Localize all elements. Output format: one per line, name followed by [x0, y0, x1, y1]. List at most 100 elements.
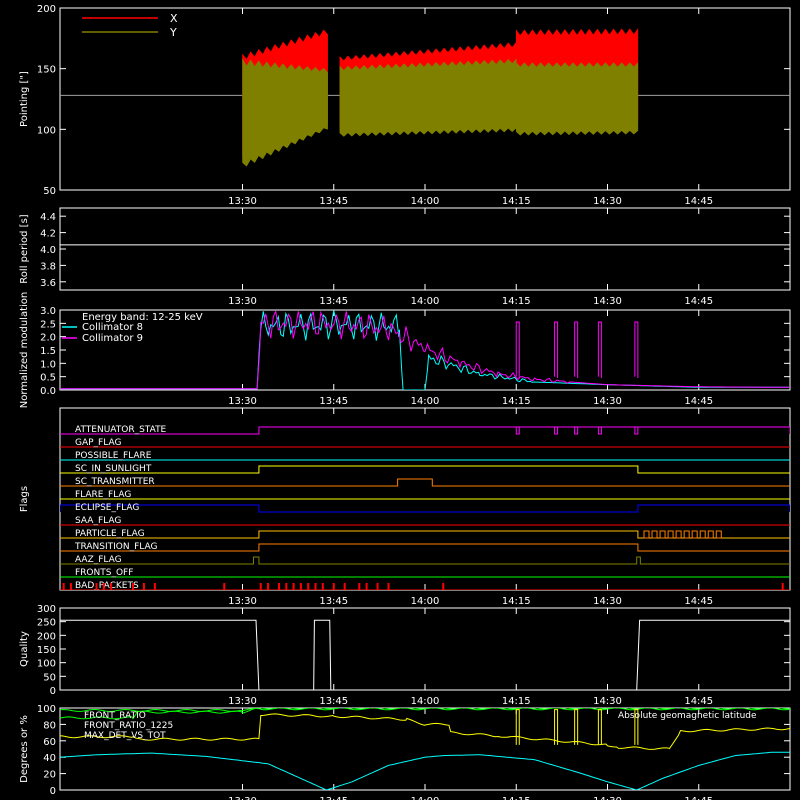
x-tick-label: 14:45 [684, 696, 713, 707]
legend-label: FRONT_RATIO_1225 [84, 721, 173, 731]
legend-label: MAX_DET_VS_TOT [84, 731, 166, 741]
flag-label: FLARE_FLAG [75, 490, 131, 500]
x-tick-label: 14:45 [684, 196, 713, 207]
flag-label: GAP_FLAG [75, 438, 121, 448]
y-axis-label: Pointing ["] [19, 71, 30, 127]
legend-label-X: X [170, 12, 178, 25]
x-tick-label: 13:30 [228, 196, 257, 207]
particle-toggle [651, 530, 658, 539]
x-tick-label: 13:45 [319, 696, 348, 707]
particle-toggle [675, 530, 682, 539]
y-tick-label: 4.2 [40, 229, 56, 240]
x-tick-label: 13:45 [319, 796, 348, 800]
modulation-spike [515, 321, 520, 378]
y-axis-label: Roll period [s] [19, 214, 30, 283]
x-tick-label: 14:15 [502, 396, 531, 407]
ratio-spike [597, 709, 602, 745]
y-tick-label: 150 [37, 645, 56, 656]
y-tick-label: 200 [37, 631, 56, 642]
x-tick-label: 14:30 [593, 296, 622, 307]
y-tick-label: 100 [37, 704, 56, 715]
flag-line [60, 465, 790, 474]
x-tick-label: 14:00 [411, 696, 440, 707]
flag-label: SC_IN_SUNLIGHT [75, 464, 152, 474]
y-tick-label: 250 [37, 618, 56, 629]
series-Y-band [242, 58, 328, 167]
y-tick-label: 50 [43, 186, 56, 197]
flag-label: POSSIBLE_FLARE [75, 451, 152, 461]
panel-4: 13:30 13:45 14:00 14:15 14:30 14:45 Flags ATTEN… [19, 407, 791, 607]
flag-line [60, 543, 790, 552]
y-tick-label: 4.4 [40, 212, 56, 223]
x-tick-label: 14:30 [593, 596, 622, 607]
x-tick-label: 14:00 [411, 296, 440, 307]
x-tick-label: 14:30 [593, 196, 622, 207]
x-tick-label: 14:45 [684, 296, 713, 307]
x-tick-label: 13:45 [319, 596, 348, 607]
x-tick-label: 14:45 [684, 796, 713, 800]
series-Y-band [516, 61, 639, 136]
x-tick-label: 13:45 [319, 296, 348, 307]
particle-toggle [707, 530, 714, 539]
flag-label: ATTENUATOR_STATE [75, 425, 167, 435]
x-tick-label: 14:45 [684, 596, 713, 607]
x-tick-label: 13:30 [228, 396, 257, 407]
x-tick-label: 14:15 [502, 696, 531, 707]
ratio-spike [554, 709, 559, 745]
particle-toggle [683, 530, 690, 539]
flags-plot: ATTENUATOR_STATE GAP_FLAG POSSIBLE_FLARE SC… [60, 425, 790, 591]
flag-line [60, 530, 790, 539]
flag-label: TRANSITION_FLAG [74, 542, 158, 552]
ratio-spike [574, 709, 579, 745]
y-tick-label: 2.0 [40, 333, 56, 344]
x-tick-label: 13:30 [228, 296, 257, 307]
y-tick-label: 150 [37, 65, 56, 76]
x-tick-label: 13:30 [228, 796, 257, 800]
pointing-plot [60, 27, 790, 167]
y-tick-label: 50 [43, 672, 56, 683]
x-tick-label: 14:00 [411, 596, 440, 607]
y-tick-label: 100 [37, 125, 56, 136]
y-tick-label: 0 [50, 786, 56, 797]
y-tick-label: 200 [37, 4, 56, 15]
y-tick-label: 1.5 [40, 346, 56, 357]
legend-label-Y: Y [169, 26, 177, 39]
y-axis-label: Degrees or % [19, 715, 30, 783]
ratio-spike [515, 709, 520, 745]
y-axis-label: Flags [19, 486, 30, 512]
panel-6: 13:30 13:45 14:00 14:15 14:30 14:45 0 20 40 60 80 1… [19, 704, 791, 800]
legend-label: Collimator 9 [82, 333, 143, 344]
flag-label: SC_TRANSMITTER [75, 477, 155, 487]
y-tick-label: 0.0 [40, 386, 56, 397]
flag-line [60, 504, 790, 513]
flag-label: BAD_PACKETS [75, 581, 139, 591]
y-tick-label: 0.5 [40, 373, 56, 384]
x-tick-label: 13:30 [228, 596, 257, 607]
panel-1: 13:30 13:45 14:00 14:15 14:30 14:45 50 100 150 20… [19, 4, 791, 207]
x-tick-label: 14:15 [502, 796, 531, 800]
y-tick-label: 60 [43, 737, 56, 748]
series-Y-band [339, 58, 517, 137]
attenuator-dip [597, 426, 602, 435]
y-tick-label: 4.0 [40, 245, 56, 256]
y-tick-label: 3.8 [40, 261, 56, 272]
panel-frame [59, 207, 791, 291]
y-axis-label: Normalized modulation [19, 292, 30, 409]
x-tick-label: 13:45 [319, 396, 348, 407]
flag-label: ECLIPSE_FLAG [75, 503, 139, 513]
particle-toggle [699, 530, 706, 539]
y-tick-label: 40 [43, 753, 56, 764]
x-tick-label: 14:30 [593, 396, 622, 407]
flag-line [60, 556, 790, 565]
y-axis-label: Quality [19, 631, 30, 667]
flag-label: PARTICLE_FLAG [75, 529, 145, 539]
x-tick-label: 14:00 [411, 396, 440, 407]
x-tick-label: 14:15 [502, 296, 531, 307]
y-tick-label: 3.6 [40, 278, 56, 289]
particle-toggle [659, 530, 666, 539]
y-tick-label: 3.0 [40, 306, 56, 317]
y-tick-label: 0 [50, 686, 56, 697]
y-tick-label: 100 [37, 659, 56, 670]
panel-5: 13:30 13:45 14:00 14:15 14:30 14:45 0 50 100 150 2… [19, 604, 791, 707]
particle-toggle [715, 530, 722, 539]
